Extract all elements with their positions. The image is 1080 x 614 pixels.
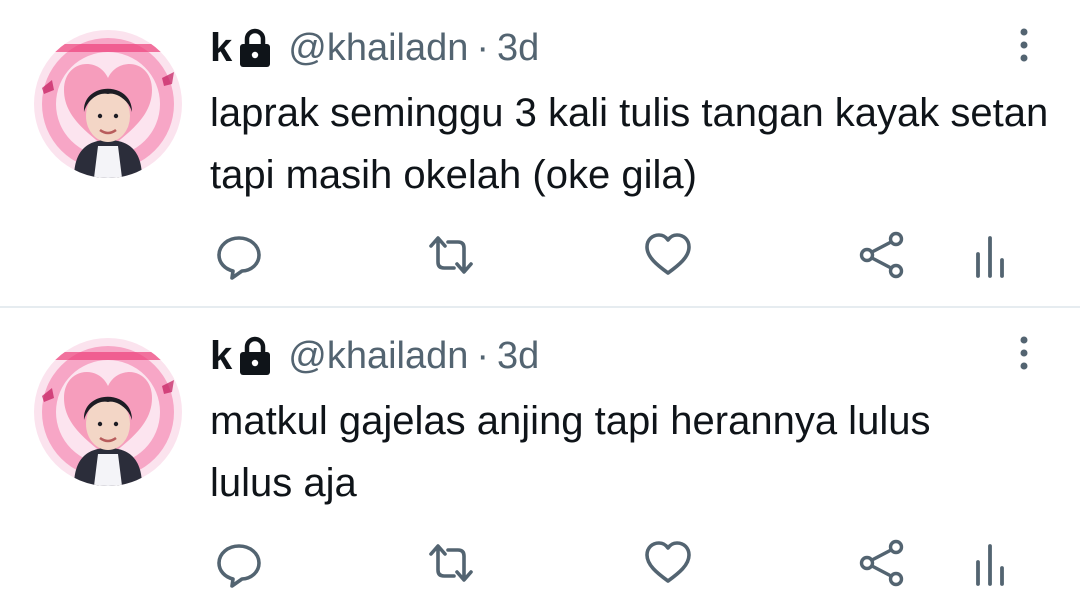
lock-icon <box>238 28 272 68</box>
separator-dot: · <box>476 26 490 69</box>
separator-dot: · <box>476 334 490 377</box>
share-icon[interactable] <box>858 538 908 588</box>
display-name[interactable]: k <box>210 26 232 71</box>
tweet-header: k @khailadn · 3d <box>210 22 539 74</box>
display-name[interactable]: k <box>210 334 232 379</box>
tweet-text: laprak seminggu 3 kali tulis tangan kaya… <box>210 91 1049 197</box>
tweet-text: matkul gajelas anjing tapi herannya lulu… <box>210 399 931 505</box>
timestamp[interactable]: 3d <box>497 27 539 70</box>
more-options-icon[interactable] <box>1012 26 1036 66</box>
like-icon[interactable] <box>643 538 693 588</box>
like-icon[interactable] <box>643 230 693 280</box>
share-icon[interactable] <box>858 230 908 280</box>
retweet-icon[interactable] <box>426 538 476 588</box>
analytics-icon[interactable] <box>966 538 1016 588</box>
avatar[interactable] <box>34 30 182 178</box>
retweet-icon[interactable] <box>426 230 476 280</box>
more-options-icon[interactable] <box>1012 334 1036 374</box>
action-bar <box>0 538 1080 588</box>
action-bar <box>0 230 1080 280</box>
timestamp[interactable]: 3d <box>497 335 539 378</box>
tweet[interactable]: k @khailadn · 3d matkul gajelas anjing t… <box>0 308 1080 614</box>
tweet-header: k @khailadn · 3d <box>210 330 539 382</box>
tweet[interactable]: k @khailadn · 3d laprak seminggu 3 kali … <box>0 0 1080 306</box>
handle[interactable]: @khailadn <box>288 335 468 378</box>
reply-icon[interactable] <box>214 538 264 588</box>
analytics-icon[interactable] <box>966 230 1016 280</box>
avatar[interactable] <box>34 338 182 486</box>
lock-icon <box>238 336 272 376</box>
reply-icon[interactable] <box>214 230 264 280</box>
handle[interactable]: @khailadn <box>288 27 468 70</box>
